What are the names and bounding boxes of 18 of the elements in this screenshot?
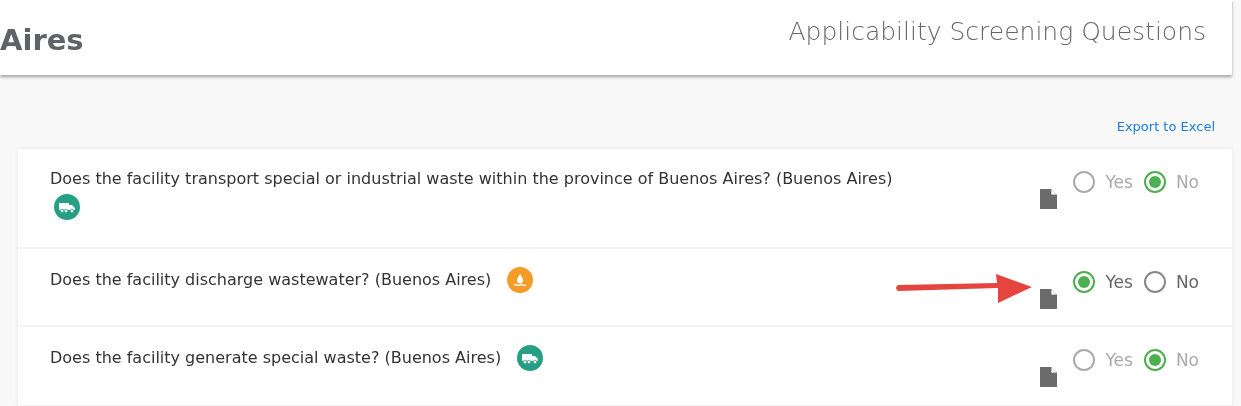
option-label: Yes: [1105, 272, 1133, 292]
radio-option[interactable]: Yes: [1073, 271, 1133, 293]
truck-icon: [58, 201, 76, 213]
export-link[interactable]: Export to Excel: [1116, 119, 1215, 134]
option-label: Yes: [1105, 172, 1133, 192]
question-text: Does the facility transport special or industrial waste within the province of Buenos Aires? (Buenos Aires): [50, 169, 893, 188]
option-label: Yes: [1105, 350, 1133, 370]
option-label: No: [1175, 172, 1199, 192]
option-label: No: [1175, 272, 1199, 292]
question-text: Does the facility generate special waste? (Buenos Aires): [50, 347, 502, 367]
water-drop-icon: [512, 272, 529, 288]
page-title: Aires: [0, 22, 84, 57]
question-text: Does the facility discharge wastewater? (Buenos Aires): [50, 269, 492, 289]
radio-option[interactable]: No: [1143, 271, 1199, 293]
truck-icon: [521, 352, 540, 364]
option-label: No: [1175, 350, 1199, 370]
document-icon[interactable]: [1040, 289, 1058, 309]
page-subtitle: Applicability Screening Questions: [788, 17, 1206, 46]
